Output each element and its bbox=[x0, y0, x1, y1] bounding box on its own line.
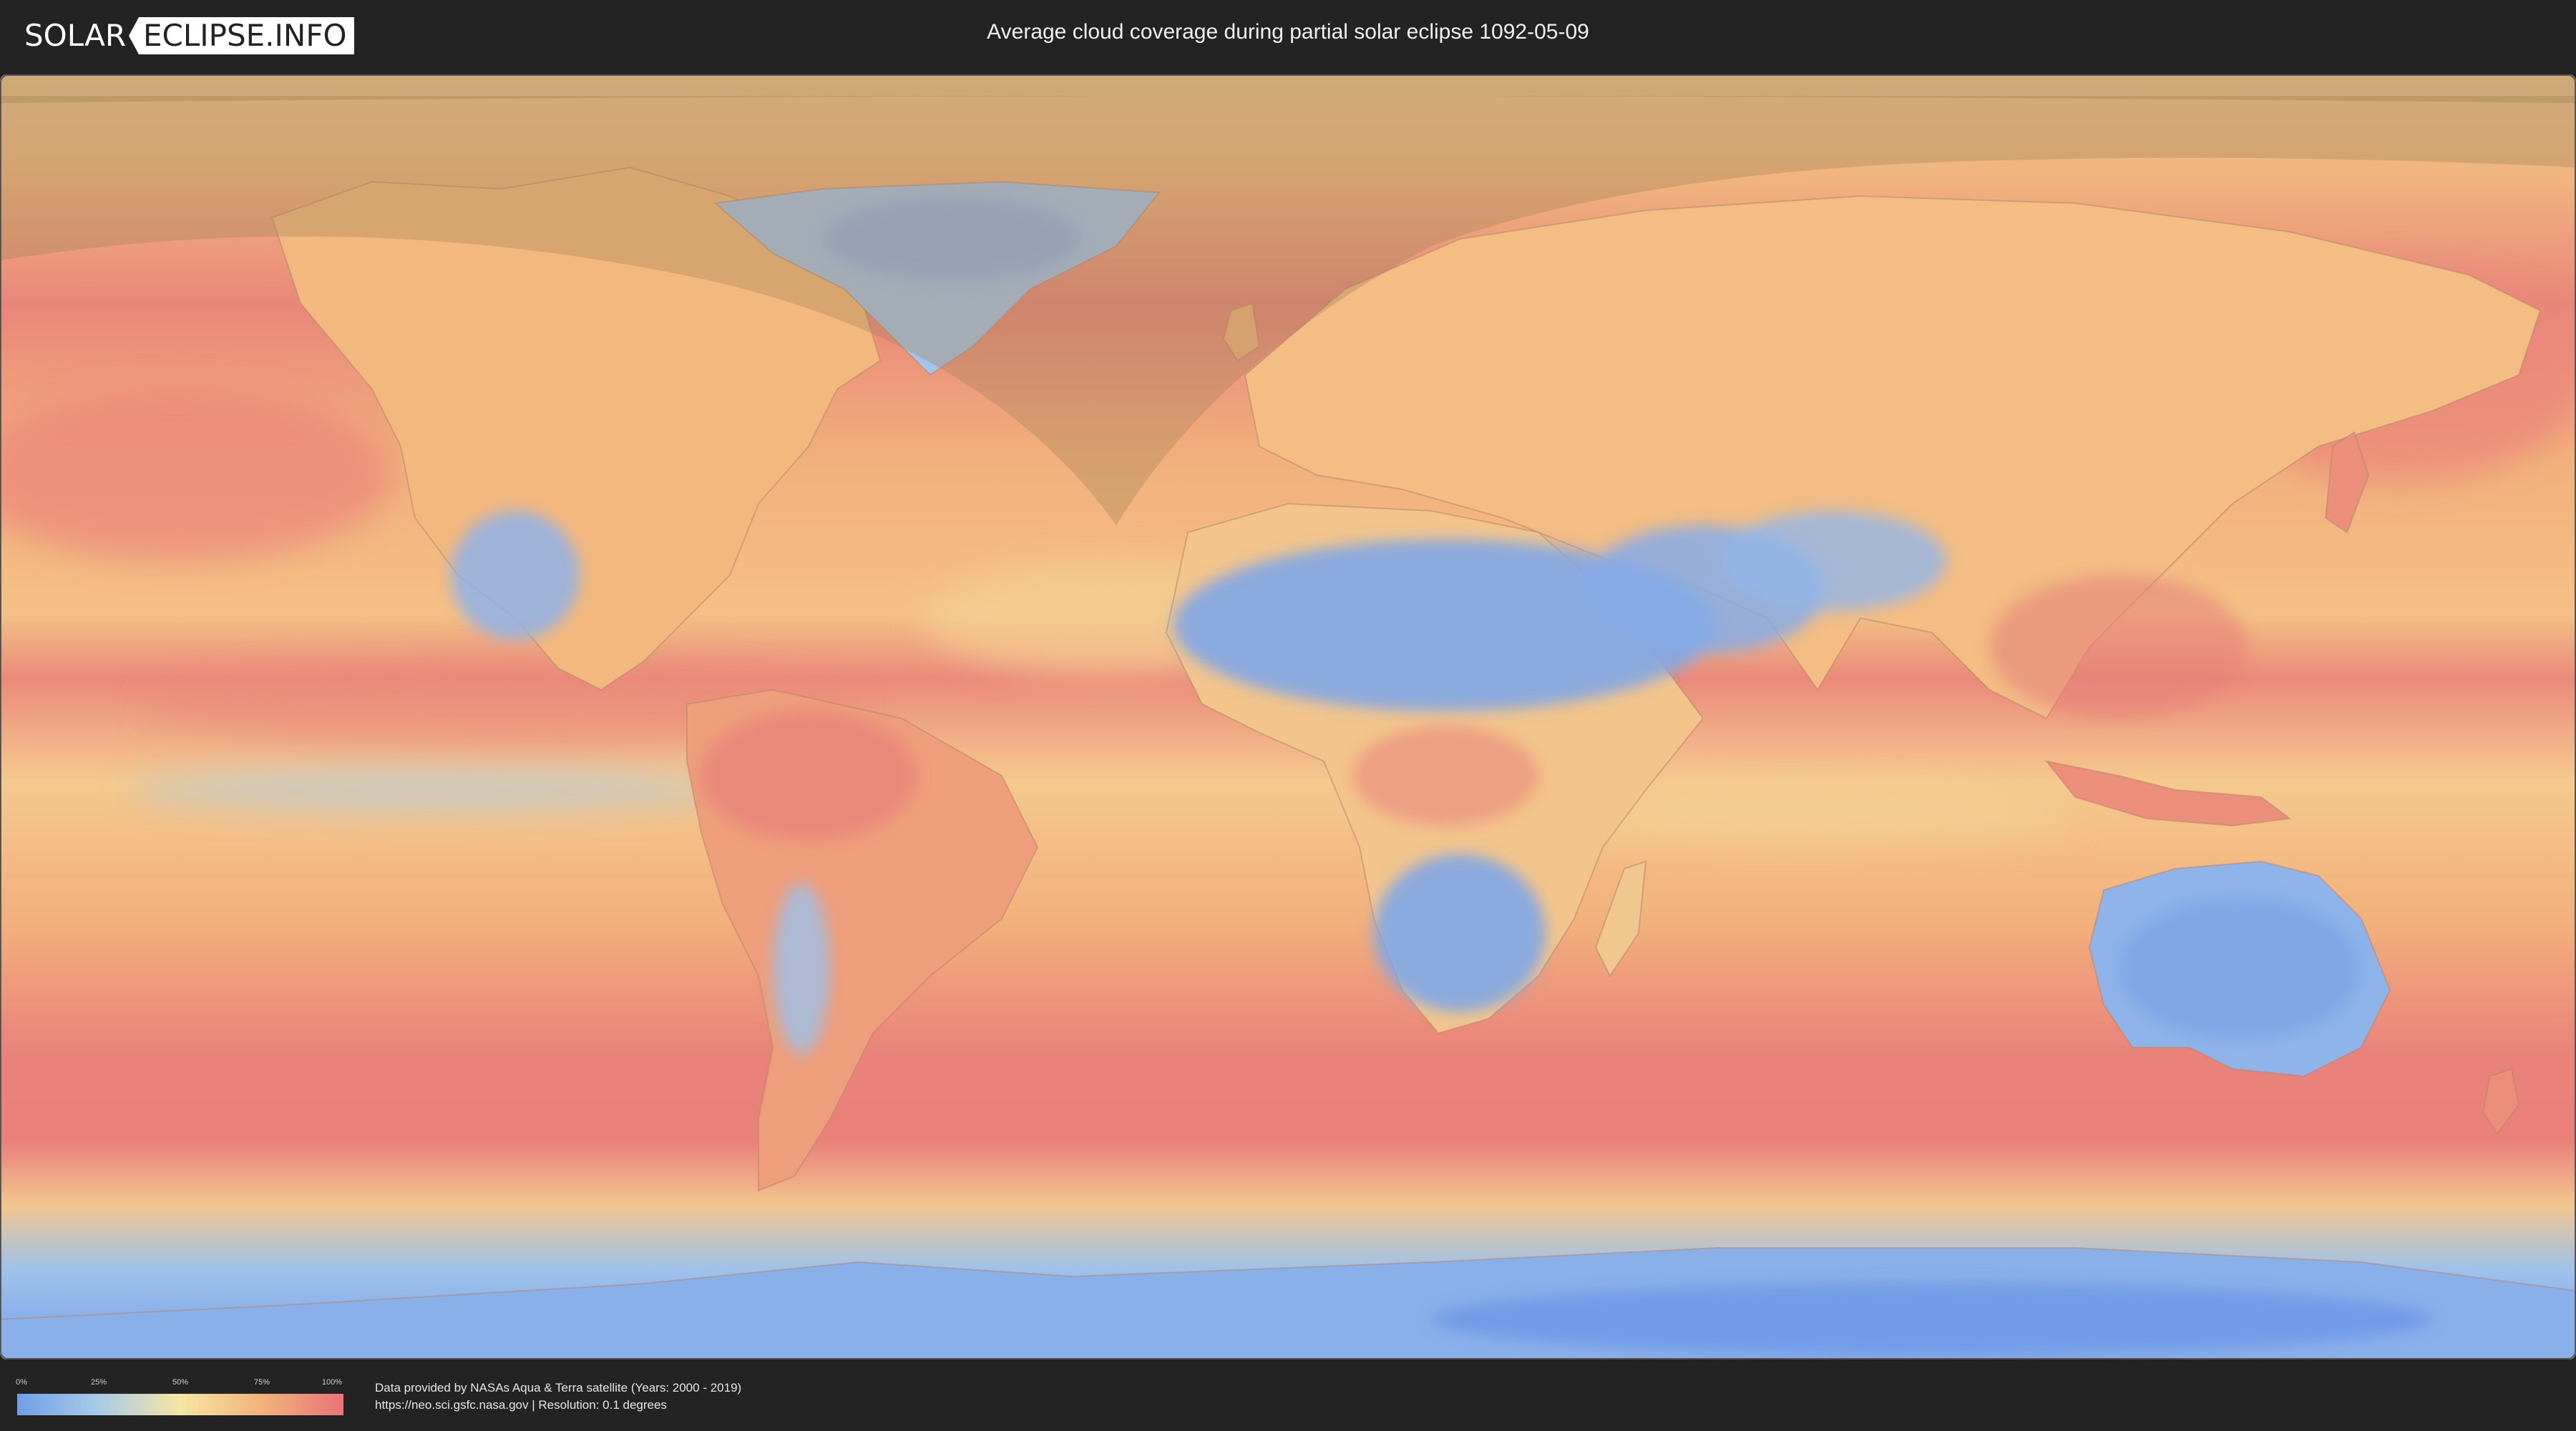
australia-clear bbox=[2118, 897, 2361, 1040]
southern-africa-clear bbox=[1374, 854, 1546, 1012]
credits-line-2[interactable]: https://neo.sci.gsfc.nasa.gov | Resoluti… bbox=[375, 1397, 741, 1414]
data-credits: Data provided by NASAs Aqua & Terra sate… bbox=[375, 1379, 741, 1414]
footer-bar: 0% 25% 50% 75% 100% Data provided by NAS… bbox=[0, 1359, 2576, 1431]
mexico-clear bbox=[451, 511, 580, 640]
legend-tick-100: 100% bbox=[321, 1378, 343, 1387]
legend-tick-75: 75% bbox=[253, 1378, 270, 1387]
legend-tick-0: 0% bbox=[16, 1378, 27, 1387]
congo-cloudy bbox=[1352, 726, 1538, 826]
page: SOLAR ECLIPSE.INFO Average cloud coverag… bbox=[0, 0, 2576, 1431]
map-svg bbox=[0, 74, 2576, 1359]
page-title: Average cloud coverage during partial so… bbox=[987, 20, 1589, 44]
atacama-clear bbox=[773, 883, 830, 1055]
legend-tick-25: 25% bbox=[90, 1378, 107, 1387]
amazon-cloudy bbox=[701, 711, 916, 840]
credits-line-1: Data provided by NASAs Aqua & Terra sate… bbox=[375, 1381, 742, 1395]
legend-color-bar bbox=[17, 1394, 343, 1415]
iran-clear bbox=[1717, 511, 1946, 611]
cloud-coverage-map[interactable] bbox=[0, 74, 2576, 1359]
legend-tick-50: 50% bbox=[172, 1378, 189, 1387]
header-bar: SOLAR ECLIPSE.INFO Average cloud coverag… bbox=[0, 0, 2576, 72]
southeast-asia-cloudy bbox=[1989, 575, 2247, 718]
legend-ticks: 0% 25% 50% 75% 100% bbox=[16, 1378, 343, 1390]
antarctic-clear bbox=[1431, 1284, 2433, 1355]
cloud-coverage-legend: 0% 25% 50% 75% 100% bbox=[16, 1378, 343, 1417]
